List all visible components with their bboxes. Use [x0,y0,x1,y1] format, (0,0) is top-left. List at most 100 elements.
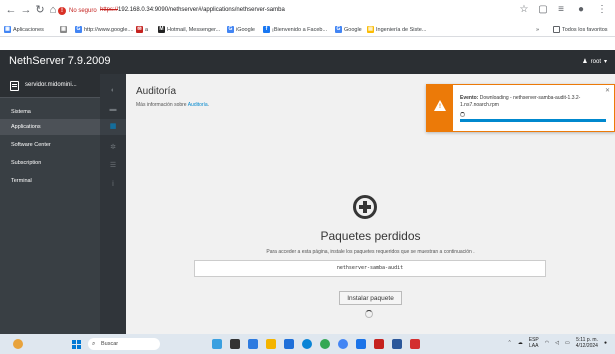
edge-icon[interactable] [284,339,294,349]
chevron-up-icon[interactable]: ⌃ [508,340,512,346]
profile-avatar-icon[interactable]: ● [574,3,588,17]
address-bar[interactable]: https://192.168.0.34:9090/nethserver#/ap… [100,4,285,17]
bookmark-google[interactable]: G Google [335,24,362,35]
url-scheme: https:// [100,7,119,13]
notification-accent: ! [427,85,453,131]
wifi-icon[interactable]: ◠ [545,340,549,346]
exclamation-icon: ! [439,104,441,110]
tab-search-icon[interactable]: ≡ [554,3,568,17]
list-icon[interactable]: ☰ [109,162,117,170]
app-red-icon[interactable] [374,339,384,349]
bookmark-hotmail[interactable]: M Hotmail, Messenger... [158,24,220,35]
gear-icon[interactable]: ✲ [109,144,117,152]
start-button[interactable] [72,340,81,349]
google-icon: G [227,26,234,33]
search-placeholder: Buscar [101,341,119,347]
loading-spinner-icon [365,310,373,318]
security-icon[interactable] [356,339,366,349]
bookmark-label: a [145,26,149,33]
start-tile [77,345,81,349]
clock[interactable]: 5:11 p. m. 4/12/2024 [576,337,598,349]
taskbar-search[interactable]: ⌕ Buscar [88,338,160,350]
page-top-spacer [0,37,615,50]
start-tile [72,340,76,344]
notification-text: Evento: Downloading - nethserver-samba-a… [460,95,606,109]
back-icon[interactable]: ← [4,3,18,17]
dashboard-icon[interactable]: ◐ [109,87,117,95]
bookmark-apps[interactable]: ▦ Aplicaciones [4,24,44,35]
apps-icon[interactable]: ▦ [109,123,117,131]
install-package-button[interactable]: Instalar paquete [339,291,402,305]
battery-icon[interactable]: ▭ [565,340,570,346]
server-icon [10,81,19,91]
pdf-icon[interactable] [410,339,420,349]
bookmark-google-url[interactable]: G http://www.google.... [75,24,134,35]
bookmark-grid[interactable]: ▦ [60,24,67,35]
download-notification: ! ✕ Evento: Downloading - nethserver-sam… [426,84,615,132]
folder-icon[interactable]: ▬ [109,106,117,114]
sidebar-item-applications[interactable]: Applications [0,119,100,135]
security-indicator[interactable]: ! No seguro [58,4,97,17]
language-indicator[interactable]: ESP LAA [529,337,539,349]
secondary-nav-rail: ◐ ▬ ▦ ✲ ☰ ⅰ [100,74,126,334]
grid-icon: ▦ [60,26,67,33]
teams-icon[interactable] [248,339,258,349]
all-favorites-button[interactable]: Todos los favoritos [553,24,608,35]
notification-bell-icon[interactable]: ● [604,340,607,346]
chrome-blue-icon[interactable] [302,339,312,349]
word-icon[interactable] [392,339,402,349]
sidebar-item-terminal[interactable]: Terminal [0,173,100,189]
bookmark-igoogle[interactable]: G iGoogle [227,24,255,35]
bookmark-mail[interactable]: ✉ a [136,24,148,35]
add-circle-icon [353,195,377,219]
bookmark-facebook[interactable]: f ¡Bienvenido a Faceb... [263,24,327,35]
task-view-icon[interactable] [230,339,240,349]
host-selector[interactable]: servidor.midomini... [0,74,100,98]
sidebar-item-subscription[interactable]: Subscription [0,155,100,171]
bookmark-ingenieria[interactable]: ▤ Ingeniería de Siste... [367,24,426,35]
apps-grid-icon: ▦ [4,26,11,33]
sidebar-item-sistema[interactable]: Sistema [0,104,100,120]
landscape-widget-icon[interactable] [212,339,222,349]
sidebar-item-software-center[interactable]: Software Center [0,137,100,153]
event-label: Evento: [460,95,479,101]
subtitle-prefix: Más información sobre [136,102,187,108]
reload-icon[interactable]: ↻ [33,3,47,17]
cloud-icon[interactable]: ☁ [518,340,523,346]
more-bookmarks-label: » [536,26,540,33]
weather-icon[interactable] [13,339,23,349]
missing-packages-description: Para acceder a esta página, instale los … [266,249,475,255]
start-tile [72,345,76,349]
page-subtitle: Más información sobre Auditoría. [136,102,209,108]
file-explorer-icon[interactable] [266,339,276,349]
volume-icon[interactable]: ◁ [555,340,559,346]
download-progress-fill [460,119,606,122]
nethserver-app: NethServer 7.9.2009 ♟ root ▾ servidor.mi… [0,37,615,334]
google-icon: G [335,26,342,33]
menu-icon[interactable]: ⋮ [595,3,609,17]
chrome-icon[interactable] [320,339,330,349]
browser-toolbar: ← → ↻ ⌂ ! No seguro https://192.168.0.34… [0,0,615,22]
mail-icon: ✉ [136,26,143,33]
subtitle-link[interactable]: Auditoría [188,102,208,108]
more-bookmarks-button[interactable]: » [536,24,539,35]
user-name: root [590,58,601,65]
language-layout: LAA [529,343,539,349]
folder-icon [553,26,560,33]
extensions-icon[interactable]: ▢ [536,3,550,17]
clock-date: 4/12/2024 [575,343,598,349]
warning-icon: ! [58,6,66,15]
all-favorites-label: Todos los favoritos [562,26,608,33]
missing-packages-title: Paquetes perdidos [320,229,421,243]
user-menu[interactable]: ♟ root ▾ [582,58,607,66]
bookmark-label: Ingeniería de Siste... [376,26,427,33]
security-label: No seguro [69,7,97,14]
brand-title[interactable]: NethServer 7.9.2009 [9,55,111,67]
close-icon[interactable]: ✕ [605,87,610,94]
forward-icon[interactable]: → [19,3,33,17]
info-icon[interactable]: ⅰ [109,181,117,189]
settings-icon[interactable] [338,339,348,349]
host-name: servidor.midomini... [25,82,77,88]
bookmark-label: Google [344,26,362,33]
star-icon[interactable]: ☆ [517,3,531,17]
